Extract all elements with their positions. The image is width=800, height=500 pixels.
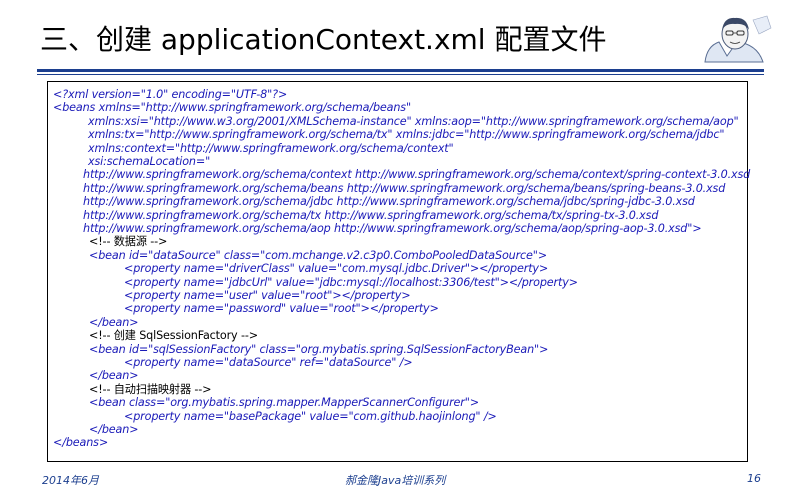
code-line: http://www.springframework.org/schema/be… — [83, 181, 726, 195]
code-line: <property name="dataSource" ref="dataSou… — [124, 356, 413, 369]
code-line: xmlns:tx="http://www.springframework.org… — [88, 128, 725, 142]
code-line: <bean id="dataSource" class="com.mchange… — [89, 248, 547, 262]
code-line: <bean id="sqlSessionFactory" class="org.… — [89, 342, 549, 356]
code-comment-line: <!-- 自动扫描映射器 --> — [89, 382, 212, 396]
code-line: http://www.springframework.org/schema/tx… — [83, 208, 659, 222]
author-portrait-icon — [697, 12, 775, 68]
code-comment-line: <!-- 数据源 --> — [89, 235, 168, 249]
code-line: <property name="user" value="root"></pro… — [124, 289, 411, 302]
footer-series: 郝金隆Java培训系列 — [345, 474, 446, 487]
page-number: 16 — [747, 472, 761, 485]
code-line: <property name="jdbcUrl" value="jdbc:mys… — [124, 275, 578, 289]
code-line: http://www.springframework.org/schema/ao… — [83, 222, 702, 235]
code-line: <property name="password" value="root"><… — [124, 302, 439, 316]
code-line: xsi:schemaLocation=" — [88, 155, 211, 168]
code-line: <bean class="org.mybatis.spring.mapper.M… — [89, 396, 479, 410]
title-rule-thin — [37, 74, 764, 75]
code-line: <beans xmlns="http://www.springframework… — [53, 101, 411, 115]
code-line: </beans> — [53, 436, 109, 450]
code-comment-line: <!-- 创建 SqlSessionFactory --> — [89, 329, 258, 343]
slide-title: 三、创建 applicationContext.xml 配置文件 — [40, 23, 607, 56]
title-rule-thick — [37, 69, 764, 72]
code-line: </bean> — [89, 315, 139, 329]
code-line: </bean> — [89, 423, 139, 436]
code-line: http://www.springframework.org/schema/jd… — [83, 195, 695, 209]
code-line: </bean> — [89, 369, 139, 383]
code-line: <property name="driverClass" value="com.… — [124, 262, 549, 276]
code-block: <?xml version="1.0" encoding="UTF-8"?> <b… — [47, 81, 751, 462]
footer-date: 2014年6月 — [42, 474, 99, 487]
code-line: xmlns:xsi="http://www.w3.org/2001/XMLSch… — [88, 114, 739, 128]
code-line: xmlns:context="http://www.springframewor… — [88, 141, 454, 155]
code-line: <property name="basePackage" value="com.… — [124, 409, 497, 423]
code-line: http://www.springframework.org/schema/co… — [83, 168, 751, 182]
code-line: <?xml version="1.0" encoding="UTF-8"?> — [53, 88, 288, 101]
